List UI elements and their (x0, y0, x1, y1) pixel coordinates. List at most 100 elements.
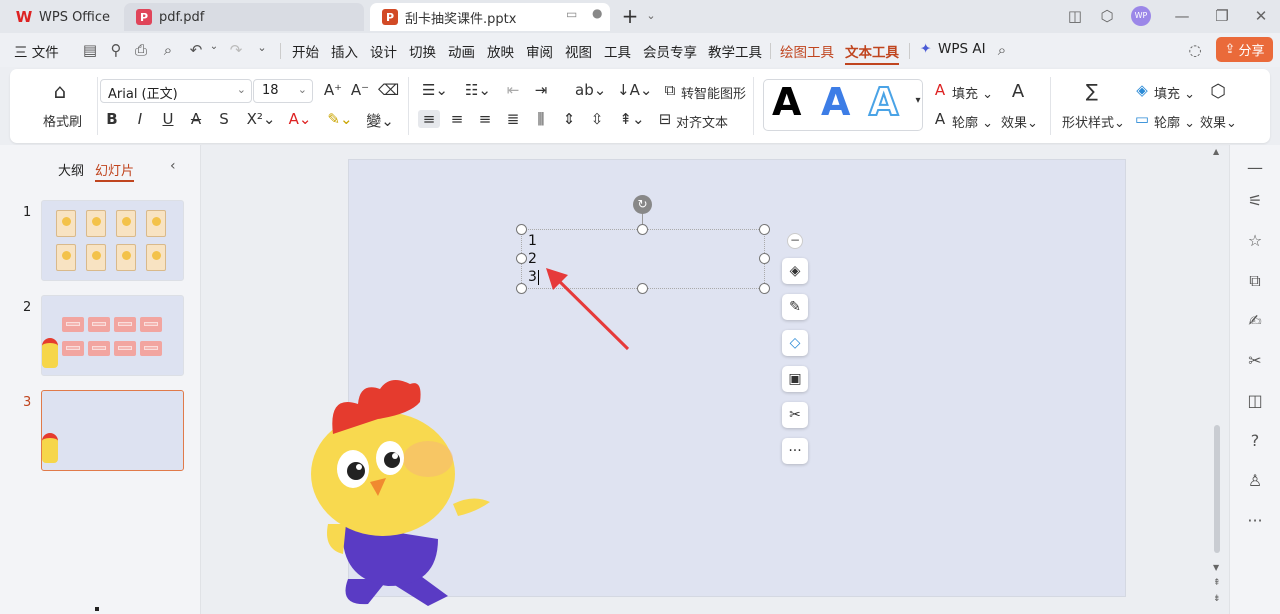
resize-handle[interactable] (637, 283, 648, 294)
shape-fill-icon[interactable]: ◈ (1132, 81, 1152, 99)
bold-icon[interactable]: B (102, 110, 122, 128)
resize-handle[interactable] (516, 283, 527, 294)
rotate-handle-icon[interactable]: ↻ (633, 195, 652, 214)
more-icon[interactable]: ··· (1244, 511, 1266, 530)
text-style-gallery[interactable]: A A A (763, 79, 923, 131)
style-outline-a[interactable]: A (868, 79, 899, 125)
slide-thumbnail-3-selected[interactable] (41, 390, 184, 471)
wps-ai-icon[interactable]: ✦ (920, 41, 931, 57)
menu-tools[interactable]: 工具 (604, 41, 631, 61)
align-left-icon[interactable]: ≡ (418, 110, 440, 128)
align-text-icon[interactable]: ⊟ (655, 110, 675, 128)
tools-icon[interactable]: ✂ (1244, 351, 1266, 370)
italic-icon[interactable]: I (130, 110, 150, 128)
shape-outline-icon[interactable]: ▭ (1132, 110, 1152, 128)
save-icon[interactable]: ▤ (81, 41, 99, 59)
distribute-icon[interactable]: ⫼ (531, 110, 551, 128)
style-blue-a[interactable]: A (821, 80, 850, 124)
gallery-more-icon[interactable]: ▾ (908, 95, 928, 106)
properties-icon[interactable]: ⚟ (1244, 191, 1266, 210)
font-size-select[interactable]: 18 ⌄ (253, 79, 313, 103)
menu-start[interactable]: 开始 (292, 41, 319, 61)
more-chevron-icon[interactable]: ⌄ (253, 41, 271, 54)
tab-slides[interactable]: 幻灯片 (95, 160, 135, 182)
tab-outline[interactable]: 大纲 (58, 160, 84, 179)
line-spacing-icon[interactable]: ⇕ (559, 110, 579, 128)
menu-slideshow[interactable]: 放映 (487, 41, 514, 61)
edit-image-icon[interactable]: ✍ (1244, 311, 1266, 330)
border-icon[interactable]: ▣ (782, 366, 808, 392)
phonetic-icon[interactable]: 變⌄ (365, 110, 395, 131)
search-icon[interactable]: ⌕ (993, 41, 1011, 59)
resize-handle[interactable] (759, 283, 770, 294)
text-box-content[interactable]: 1 2 3 (528, 232, 539, 286)
smart-shape-icon[interactable]: ⧉ (660, 81, 680, 99)
share-button[interactable]: ⇪ 分享 (1216, 37, 1273, 62)
resize-handle[interactable] (516, 224, 527, 235)
menu-design[interactable]: 设计 (370, 41, 397, 61)
para-spacing-icon[interactable]: ⇳ (587, 110, 607, 128)
shirt-icon[interactable]: ♙ (1244, 471, 1266, 490)
comments-icon[interactable]: ⧉ (1244, 271, 1266, 291)
chat-bubble-icon[interactable]: ◌ (1186, 41, 1204, 59)
format-brush-label[interactable]: 格式刷 (43, 111, 82, 130)
shape-fill-label[interactable]: 填充 ⌄ (1154, 83, 1195, 102)
columns-icon[interactable]: ⇞⌄ (617, 110, 647, 128)
decrease-font-icon[interactable]: A⁻ (350, 81, 370, 99)
minimize-icon[interactable]: — (1172, 6, 1192, 26)
chick-illustration[interactable] (298, 374, 498, 606)
shape-style-icon[interactable]: ∑ (1082, 81, 1102, 102)
menu-draw-tools[interactable]: 绘图工具 (780, 41, 834, 61)
print-icon[interactable]: ⎙ (132, 41, 150, 59)
sort-icon[interactable]: ↓A⌄ (617, 81, 652, 99)
prev-slide-icon[interactable]: ⇞ (1213, 578, 1221, 588)
slide-thumbnail-1[interactable] (41, 200, 184, 281)
slide-thumbnail-2[interactable] (41, 295, 184, 376)
scrollbar-thumb[interactable] (1214, 425, 1220, 553)
justify-icon[interactable]: ≣ (503, 110, 523, 128)
layers-icon[interactable]: ◈ (782, 258, 808, 284)
tools-icon[interactable]: ✂ (782, 402, 808, 428)
text-direction-icon[interactable]: ab⌄ (575, 81, 606, 99)
align-text-label[interactable]: 对齐文本 (676, 112, 728, 131)
style-black-a[interactable]: A (772, 80, 801, 124)
chevron-down-icon[interactable]: ⌄ (641, 6, 661, 26)
font-color-icon[interactable]: A⌄ (285, 110, 315, 128)
undo-icon[interactable]: ↶ (187, 41, 205, 59)
scroll-up-icon[interactable]: ▲ (1213, 147, 1223, 157)
restore-icon[interactable]: ❐ (1212, 6, 1232, 26)
close-icon[interactable]: ✕ (1251, 6, 1271, 26)
resize-handle[interactable] (516, 253, 527, 264)
window-layout-icon[interactable]: ◫ (1065, 6, 1085, 26)
redo-icon[interactable]: ↷ (227, 41, 245, 59)
text-fill-icon[interactable]: A (930, 81, 950, 99)
scroll-down-icon[interactable]: ▼ (1213, 563, 1219, 572)
resize-handle[interactable] (637, 224, 648, 235)
shadow-s-icon[interactable]: S (214, 110, 234, 128)
tab-pdf[interactable]: P pdf.pdf (124, 3, 364, 31)
unsaved-dot-icon[interactable]: ● (592, 6, 602, 20)
menu-member[interactable]: 会员专享 (643, 41, 697, 61)
cube-icon[interactable]: ⬡ (1097, 6, 1117, 26)
shape-outline-label[interactable]: 轮廓 ⌄ (1154, 112, 1195, 131)
smart-shape-label[interactable]: 转智能图形 (681, 83, 746, 102)
print-preview-icon[interactable]: ⌕ (159, 41, 177, 59)
align-right-icon[interactable]: ≡ (475, 110, 495, 128)
new-tab-icon[interactable]: + (620, 6, 640, 26)
strikethrough-icon[interactable]: A (186, 110, 206, 128)
book-icon[interactable]: ◫ (1244, 391, 1266, 410)
undo-dropdown-icon[interactable]: ⌄ (205, 41, 223, 52)
bullet-list-icon[interactable]: ☰⌄ (420, 81, 450, 99)
text-outline-icon[interactable]: A (930, 110, 950, 128)
superscript-icon[interactable]: X²⌄ (246, 110, 276, 128)
clear-format-icon[interactable]: ⌫ (378, 81, 399, 99)
monitor-icon[interactable]: ▭ (566, 7, 577, 21)
outdent-icon[interactable]: ⇤ (503, 81, 523, 99)
star-icon[interactable]: ☆ (1244, 231, 1266, 250)
resize-handle[interactable] (759, 224, 770, 235)
tab-pptx-active[interactable]: P 刮卡抽奖课件.pptx ▭ ● (370, 3, 610, 31)
menu-text-tools[interactable]: 文本工具 (845, 41, 899, 65)
shape-effect-label[interactable]: 效果⌄ (1200, 112, 1237, 131)
avatar[interactable]: WP (1131, 6, 1151, 26)
text-outline-label[interactable]: 轮廓 ⌄ (952, 112, 993, 131)
